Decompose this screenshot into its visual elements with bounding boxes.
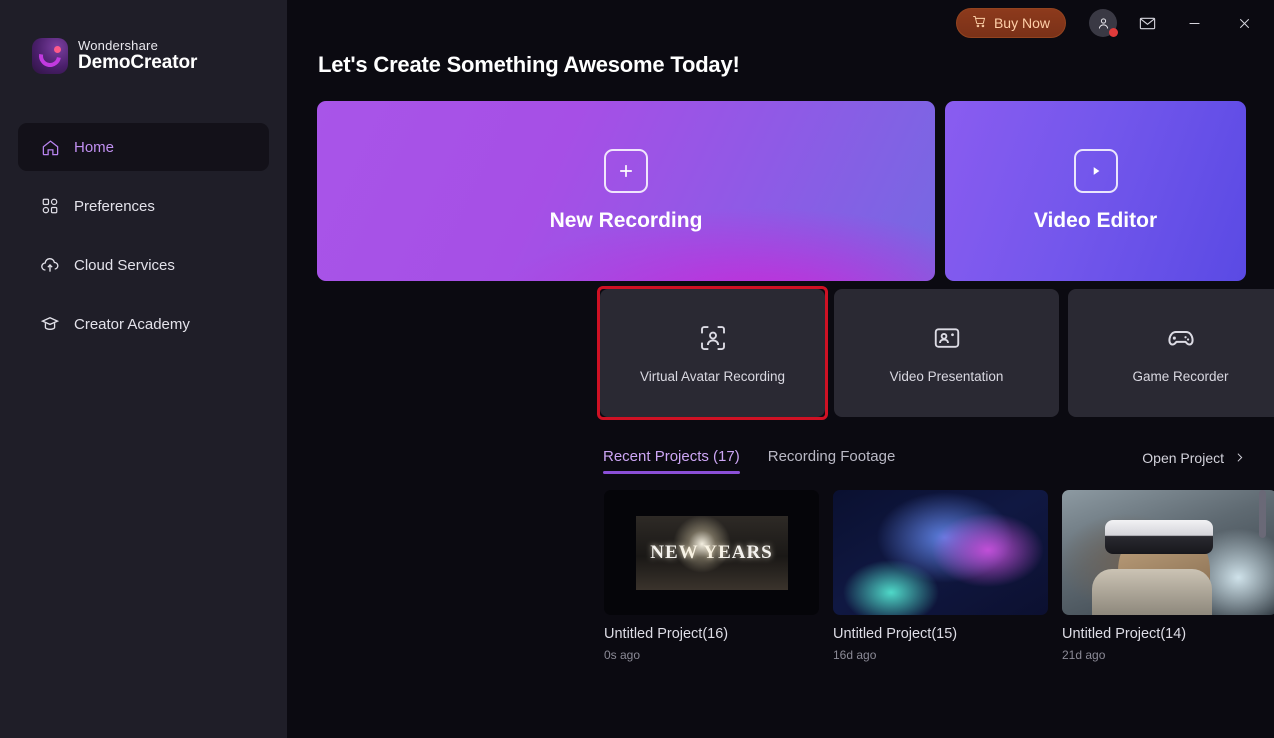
virtual-avatar-recording-wrap: Virtual Avatar Recording (597, 286, 828, 420)
account-button[interactable] (1084, 4, 1122, 42)
sidebar: Wondershare DemoCreator Home Preferences (0, 0, 287, 738)
shopping-cart-icon (972, 14, 987, 32)
buy-now-button[interactable]: Buy Now (955, 8, 1066, 38)
project-name: Untitled Project(14) (1062, 626, 1187, 642)
main-content: Buy Now Let's Create Something Awesome T… (287, 0, 1274, 738)
envelope-icon (1139, 17, 1155, 29)
notification-badge (1109, 28, 1118, 37)
tile-game-recorder[interactable]: Game Recorder (1068, 289, 1274, 417)
project-thumbnail (833, 490, 1048, 615)
feature-tiles: Virtual Avatar Recording Video Presentat… (597, 286, 1274, 420)
minimize-icon (1189, 22, 1199, 24)
tab-recording-footage[interactable]: Recording Footage (768, 448, 896, 474)
close-icon (1239, 18, 1249, 28)
gamepad-icon (1165, 323, 1197, 353)
brand-company: Wondershare (78, 38, 159, 54)
user-account-icon (1089, 9, 1118, 37)
graduation-cap-icon (40, 314, 60, 334)
sidebar-item-label: Cloud Services (74, 256, 175, 274)
avatar-scan-icon (698, 323, 728, 353)
new-recording-label: New Recording (549, 209, 703, 232)
home-icon (40, 137, 60, 157)
plus-icon (604, 149, 648, 193)
grid-squares-icon (40, 196, 60, 216)
projects-scrollbar[interactable] (1259, 490, 1266, 690)
scrollbar-thumb[interactable] (1259, 490, 1266, 538)
democreator-logo-icon (32, 38, 68, 74)
sidebar-item-preferences[interactable]: Preferences (18, 182, 269, 230)
video-editor-label: Video Editor (1033, 209, 1158, 232)
sidebar-item-home[interactable]: Home (18, 123, 269, 171)
project-card[interactable]: Untitled Project(15) 16d ago (833, 490, 1048, 662)
project-time: 16d ago (833, 648, 877, 662)
minimize-button[interactable] (1172, 3, 1216, 43)
project-card[interactable]: NEW YEARS Untitled Project(16) 0s ago (604, 490, 819, 662)
cloud-upload-icon (40, 255, 60, 275)
buy-now-label: Buy Now (993, 15, 1050, 31)
sidebar-item-label: Home (74, 138, 115, 156)
tile-video-presentation[interactable]: Video Presentation (834, 289, 1059, 417)
project-time: 0s ago (604, 648, 641, 662)
project-thumbnail: NEW YEARS (604, 490, 819, 615)
sidebar-item-label: Creator Academy (74, 315, 190, 333)
hero-cards-row: New Recording Video Editor (317, 101, 1246, 281)
tile-label: Virtual Avatar Recording (639, 368, 786, 384)
new-recording-card[interactable]: New Recording (317, 101, 935, 281)
id-card-icon (932, 323, 962, 353)
page-title: Let's Create Something Awesome Today! (318, 52, 740, 77)
close-button[interactable] (1222, 3, 1266, 43)
vr-photo-goggles (1105, 520, 1213, 554)
project-time: 21d ago (1062, 648, 1106, 662)
project-thumbnail (1062, 490, 1274, 615)
vr-photo-body (1092, 569, 1213, 615)
play-in-frame-icon (1073, 149, 1118, 193)
tile-label: Video Presentation (889, 368, 1004, 384)
tile-virtual-avatar-recording[interactable]: Virtual Avatar Recording (600, 289, 825, 417)
sidebar-nav: Home Preferences Cloud Services Creator … (0, 123, 287, 348)
titlebar: Buy Now (955, 0, 1274, 46)
open-project-label: Open Project (1142, 449, 1224, 466)
projects-tabs: Recent Projects (17) Recording Footage O… (603, 448, 1246, 474)
brand-logo-block: Wondershare DemoCreator (0, 0, 287, 74)
project-name: Untitled Project(15) (833, 626, 958, 642)
mail-button[interactable] (1128, 4, 1166, 42)
sidebar-item-label: Preferences (74, 197, 155, 215)
open-project-link[interactable]: Open Project (1142, 450, 1246, 473)
project-card[interactable]: Untitled Project(14) 21d ago (1062, 490, 1274, 662)
logo-dot (54, 46, 61, 53)
project-name: Untitled Project(16) (604, 626, 729, 642)
app-window: Wondershare DemoCreator Home Preferences (0, 0, 1274, 738)
chevron-right-icon (1237, 453, 1243, 462)
sidebar-item-cloud-services[interactable]: Cloud Services (18, 241, 269, 289)
brand-product: DemoCreator (78, 51, 198, 73)
video-editor-card[interactable]: Video Editor (945, 101, 1246, 281)
logo-arc (34, 40, 66, 72)
recent-projects-list: NEW YEARS Untitled Project(16) 0s ago Un… (604, 490, 1274, 662)
thumbnail-text: NEW YEARS (650, 541, 773, 563)
sidebar-item-creator-academy[interactable]: Creator Academy (18, 300, 269, 348)
tab-recent-projects[interactable]: Recent Projects (17) (603, 448, 740, 474)
tile-label: Game Recorder (1132, 368, 1229, 384)
new-years-title-card: NEW YEARS (635, 515, 788, 590)
